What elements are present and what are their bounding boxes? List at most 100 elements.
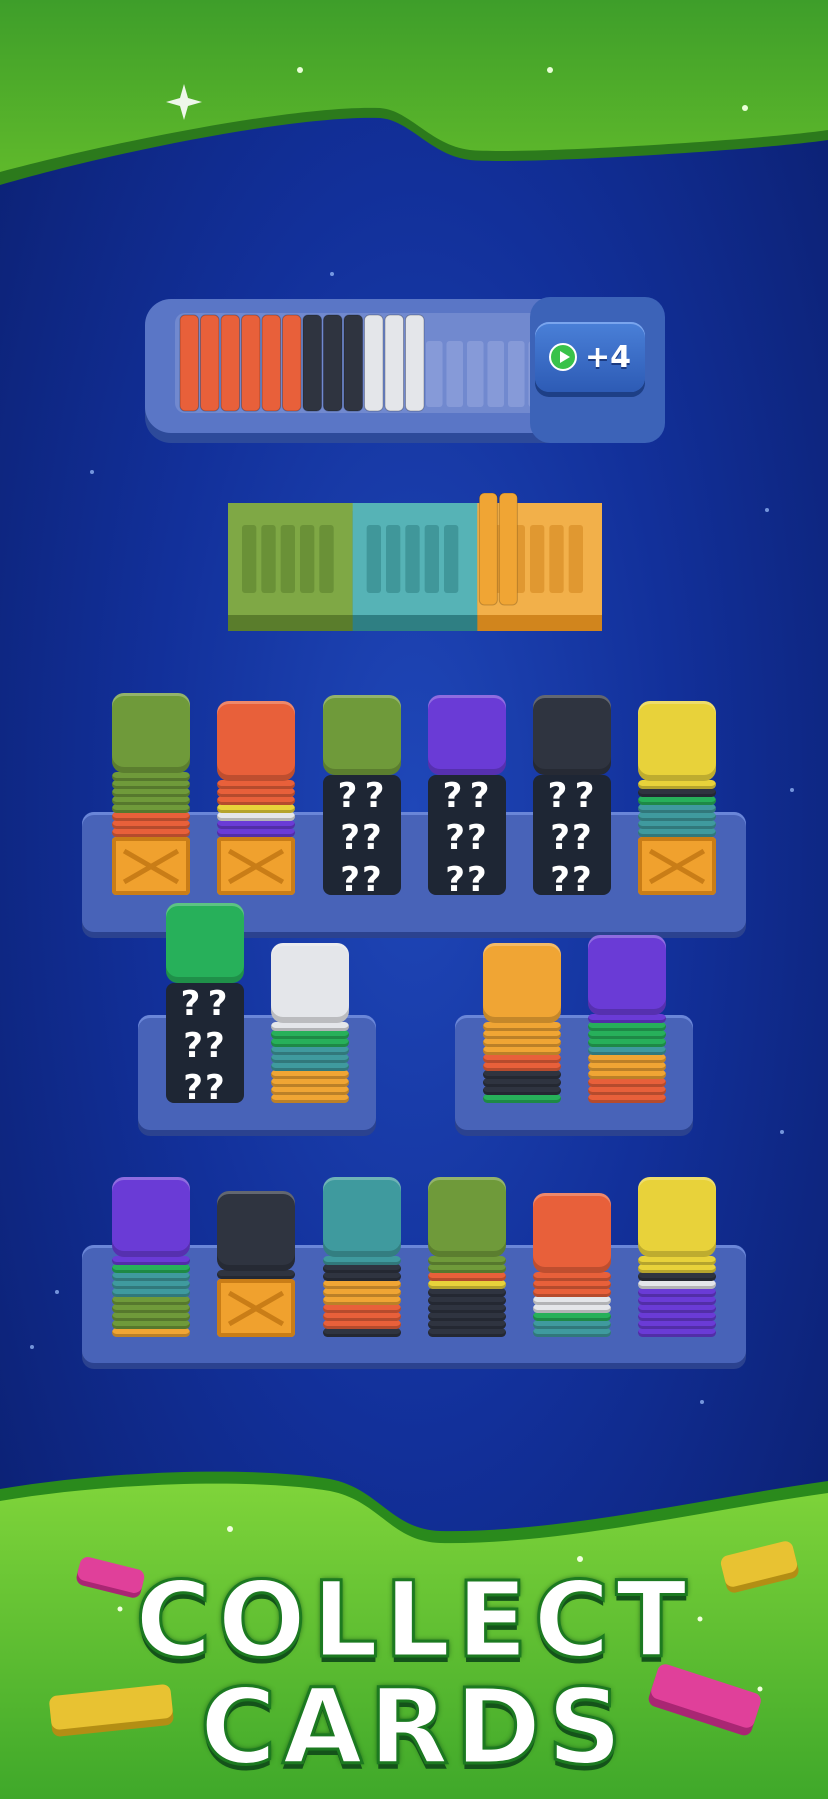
card-layer-green (638, 796, 716, 805)
background-star (700, 1400, 704, 1404)
card-layer-red (483, 1054, 561, 1063)
card-layer-olive (112, 1296, 190, 1305)
tray-card-black (343, 314, 363, 412)
background-star (790, 788, 794, 792)
sort-tray-slot (405, 525, 420, 593)
sort-tray-slot (568, 525, 583, 593)
card-layer-teal (638, 820, 716, 829)
sort-tray-slot (530, 525, 545, 593)
card-layer-teal (112, 1288, 190, 1297)
card-layer-orange (323, 1296, 401, 1305)
sort-tray[interactable] (228, 492, 603, 633)
card-layer-red (588, 1086, 666, 1095)
card-layer-black (323, 1272, 401, 1281)
ad-button-label: +4 (584, 339, 631, 375)
tray-card-red (241, 314, 261, 412)
top-card-purple[interactable] (588, 935, 666, 1015)
top-card-yellow[interactable] (638, 1177, 716, 1257)
card-layer-black (483, 1070, 561, 1079)
tray-slot (426, 341, 443, 407)
top-card-white[interactable] (271, 943, 349, 1023)
card-layer-olive (112, 804, 190, 813)
top-card-green[interactable] (166, 903, 244, 983)
card-layer-orange (323, 1280, 401, 1289)
card-layer-black (638, 1272, 716, 1281)
card-layer-red (112, 820, 190, 829)
background-star (90, 470, 94, 474)
card-layer-black (483, 1078, 561, 1087)
top-card-red[interactable] (533, 1193, 611, 1273)
card-layer-red (217, 780, 295, 789)
add-slots-ad-button[interactable]: +4 (535, 322, 645, 392)
card-layer-orange (483, 1046, 561, 1055)
locked-crate-icon (638, 837, 716, 895)
card-layer-red (217, 788, 295, 797)
top-card-olive[interactable] (323, 695, 401, 775)
card-layer-red (483, 1062, 561, 1071)
hidden-cards-stack: ? ????? (533, 775, 611, 895)
tray-card-black (323, 314, 343, 412)
sort-tray-card-orange (498, 492, 518, 606)
card-layer-purple (112, 1256, 190, 1265)
card-layer-black (483, 1086, 561, 1095)
card-layer-black (428, 1288, 506, 1297)
card-layer-teal (638, 828, 716, 837)
card-layer-olive (112, 1304, 190, 1313)
card-layer-teal (112, 1280, 190, 1289)
card-layer-orange (588, 1054, 666, 1063)
card-layer-green (483, 1094, 561, 1103)
card-layer-yellow (638, 780, 716, 789)
tray-card-red (220, 314, 240, 412)
card-layer-green (588, 1022, 666, 1031)
card-layer-teal (271, 1062, 349, 1071)
card-layer-black (428, 1320, 506, 1329)
card-layer-orange (323, 1288, 401, 1297)
card-layer-white (533, 1296, 611, 1305)
card-layer-olive (112, 780, 190, 789)
card-layer-white (271, 1022, 349, 1031)
card-layer-red (112, 828, 190, 837)
card-layer-teal (638, 812, 716, 821)
card-layer-yellow (638, 1256, 716, 1265)
play-icon (548, 343, 577, 371)
card-layer-purple (638, 1312, 716, 1321)
hidden-cards-stack: ? ????? (323, 775, 401, 895)
top-card-orange[interactable] (483, 943, 561, 1023)
promo-headline-line-1: COLLECT (134, 1559, 693, 1681)
top-card-yellow[interactable] (638, 701, 716, 781)
card-layer-teal (323, 1256, 401, 1265)
top-card-black[interactable] (533, 695, 611, 775)
card-layer-orange (588, 1062, 666, 1071)
top-card-purple[interactable] (428, 695, 506, 775)
tray-card-red (282, 314, 302, 412)
top-card-teal[interactable] (323, 1177, 401, 1257)
tray-card-white (384, 314, 404, 412)
top-card-olive[interactable] (428, 1177, 506, 1257)
card-layer-white (638, 1280, 716, 1289)
top-card-olive[interactable] (112, 693, 190, 773)
background-star (330, 272, 334, 276)
card-layer-teal (533, 1328, 611, 1337)
sort-tray-slot (300, 525, 315, 593)
card-layer-green (588, 1038, 666, 1047)
hidden-cards-stack: ? ????? (166, 983, 244, 1103)
top-card-purple[interactable] (112, 1177, 190, 1257)
tray-card-white (364, 314, 384, 412)
card-layer-yellow (638, 1264, 716, 1273)
top-card-red[interactable] (217, 701, 295, 781)
card-layer-olive (112, 788, 190, 797)
card-layer-purple (217, 828, 295, 837)
card-layer-red (428, 1272, 506, 1281)
tray-card-red (261, 314, 281, 412)
tray-card-red (200, 314, 220, 412)
tray-card-red (179, 314, 199, 412)
top-card-black[interactable] (217, 1191, 295, 1271)
sort-tray-slot (424, 525, 439, 593)
card-layer-black (428, 1304, 506, 1313)
tray-card-white (405, 314, 425, 412)
sort-tray-slot (319, 525, 334, 593)
card-layer-green (271, 1030, 349, 1039)
card-layer-orange (588, 1070, 666, 1079)
card-layer-red (533, 1288, 611, 1297)
background-star (780, 1130, 784, 1134)
